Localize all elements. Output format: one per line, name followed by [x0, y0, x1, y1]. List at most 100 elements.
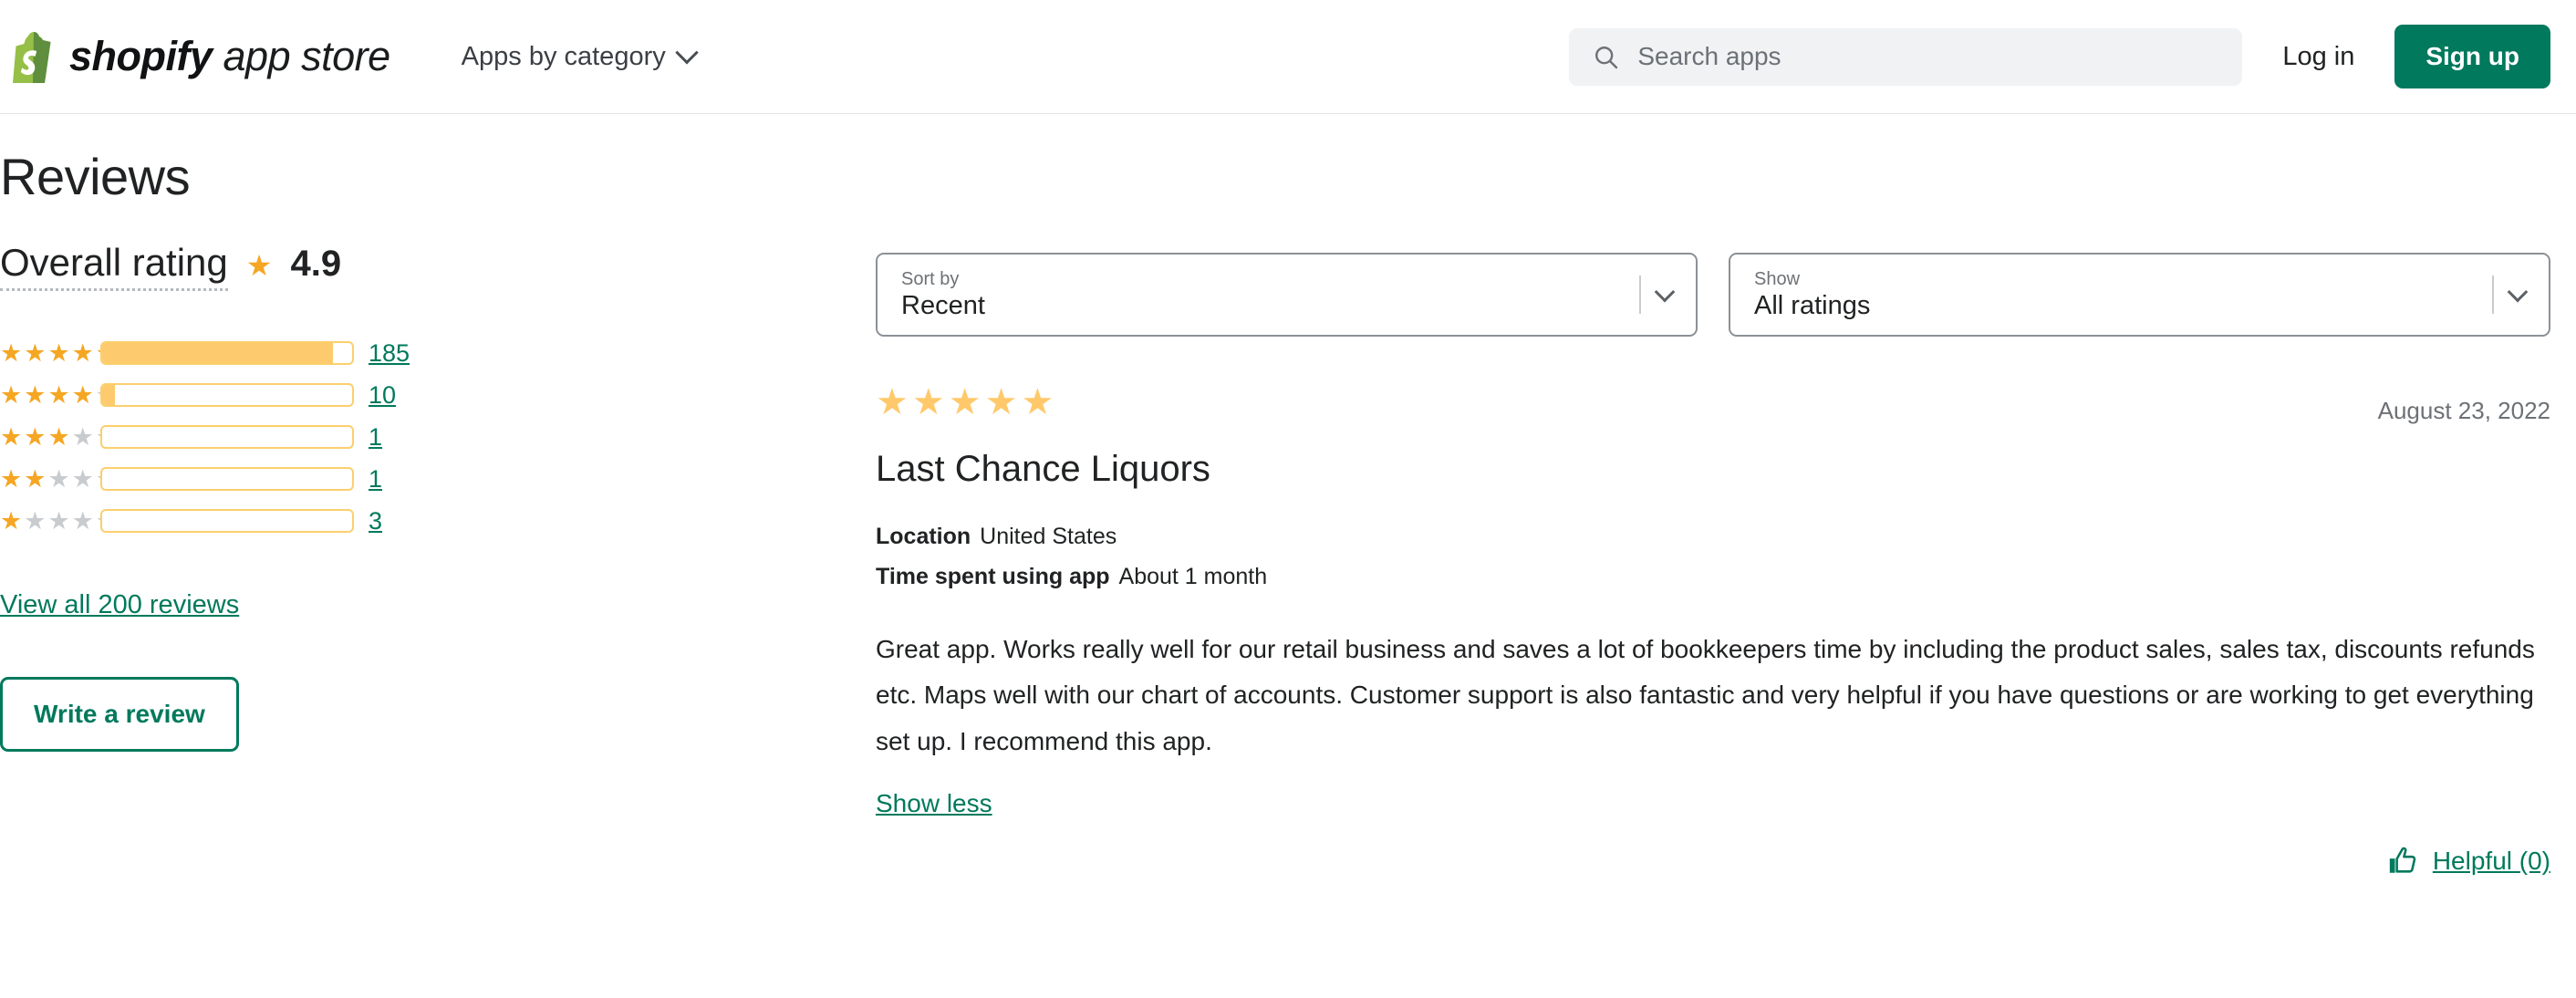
review-time-value: About 1 month: [1118, 563, 1268, 589]
divider: [1639, 275, 1641, 314]
rating-bar-row: ★★★★★ 3: [0, 506, 876, 535]
review-time-key: Time spent using app: [876, 563, 1110, 589]
rating-bar-track: [100, 425, 354, 449]
rating-bar-stars: ★★★★★: [0, 422, 118, 451]
star-icon: ★: [245, 249, 273, 282]
rating-bar-track: [100, 467, 354, 491]
brand-bold-text: shopify: [69, 33, 213, 79]
helpful-link[interactable]: Helpful (0): [2433, 847, 2550, 876]
rating-breakdown: ★★★★★185★★★★★10★★★★★1★★★★★1★★★★★3: [0, 338, 876, 535]
signup-button[interactable]: Sign up: [2394, 25, 2550, 88]
search-input[interactable]: [1637, 42, 2219, 71]
show-ratings-select[interactable]: Show All ratings: [1729, 253, 2550, 337]
review-time-line: Time spent using app About 1 month: [876, 557, 2550, 598]
shopify-bag-icon: [13, 32, 51, 83]
overall-rating-label[interactable]: Overall rating: [0, 241, 228, 291]
star-filled-icon: ★: [47, 338, 70, 367]
divider: [2492, 275, 2494, 314]
sort-by-arrow-group: [1639, 274, 1696, 316]
star-filled-icon: ★: [984, 382, 1018, 422]
rating-bar-row: ★★★★★ 185: [0, 338, 876, 368]
rating-bar-count-link[interactable]: 185: [369, 339, 410, 368]
site-header: shopify app store Apps by category Log i…: [0, 0, 2576, 114]
chevron-down-icon: [2507, 281, 2529, 303]
sort-by-value: Recent: [901, 290, 985, 320]
show-ratings-texts: Show All ratings: [1754, 269, 1870, 321]
brand-light-text: app store: [212, 33, 391, 79]
rating-bar-fill: [102, 385, 115, 405]
view-all-reviews-link[interactable]: View all 200 reviews: [0, 590, 239, 620]
write-review-button[interactable]: Write a review: [0, 677, 239, 752]
reviews-list-column: Sort by Recent Show All ratings ★ ★ ★ ★ …: [876, 114, 2576, 877]
review-date: August 23, 2022: [2377, 397, 2550, 424]
sort-by-texts: Sort by Recent: [901, 269, 985, 321]
rating-bar-row: ★★★★★ 1: [0, 464, 876, 494]
star-empty-icon: ★: [71, 506, 94, 535]
review-filters: Sort by Recent Show All ratings: [876, 253, 2550, 337]
rating-bar-stars: ★★★★★: [0, 338, 118, 367]
review-shop-name: Last Chance Liquors: [876, 449, 1210, 489]
rating-bar-stars: ★★★★★: [0, 506, 118, 535]
star-filled-icon: ★: [71, 380, 94, 409]
overall-rating-row: Overall rating ★ 4.9: [0, 241, 876, 291]
chevron-down-icon: [675, 41, 699, 65]
rating-bar-count-link[interactable]: 1: [369, 423, 382, 452]
sort-by-select[interactable]: Sort by Recent: [876, 253, 1698, 337]
reviews-summary-column: Reviews Overall rating ★ 4.9 ★★★★★185★★★…: [0, 114, 876, 877]
star-empty-icon: ★: [47, 464, 70, 493]
star-filled-icon: ★: [1021, 382, 1054, 422]
review-location-line: Location United States: [876, 517, 2550, 557]
star-empty-icon: ★: [24, 506, 47, 535]
sort-by-label: Sort by: [901, 268, 960, 289]
review-star-rating: ★ ★ ★ ★ ★: [876, 384, 1054, 421]
review-meta: Location United States Time spent using a…: [876, 517, 2550, 598]
rating-bar-track: [100, 509, 354, 533]
rating-bar-count-link[interactable]: 3: [369, 507, 382, 535]
star-filled-icon: ★: [0, 464, 23, 493]
review-header: ★ ★ ★ ★ ★ August 23, 2022: [876, 384, 2550, 425]
review-body-text: Great app. Works really well for our ret…: [876, 634, 2535, 756]
search-bar[interactable]: [1569, 27, 2243, 86]
show-less-link[interactable]: Show less: [876, 789, 992, 818]
page-body: Reviews Overall rating ★ 4.9 ★★★★★185★★★…: [0, 114, 2576, 877]
helpful-row[interactable]: Helpful (0): [876, 846, 2550, 877]
star-empty-icon: ★: [47, 506, 70, 535]
rating-bar-fill: [102, 343, 334, 363]
star-filled-icon: ★: [0, 422, 23, 451]
star-filled-icon: ★: [71, 338, 94, 367]
show-ratings-value: All ratings: [1754, 290, 1871, 320]
star-filled-icon: ★: [0, 506, 23, 535]
nav-apps-by-category[interactable]: Apps by category: [461, 41, 699, 72]
brand-logo[interactable]: shopify app store: [9, 30, 390, 83]
star-filled-icon: ★: [47, 422, 70, 451]
review-item: ★ ★ ★ ★ ★ August 23, 2022 Last Chance Liquor…: [876, 384, 2550, 877]
star-filled-icon: ★: [948, 382, 982, 422]
chevron-down-icon: [1654, 281, 1676, 303]
review-location-key: Location: [876, 524, 971, 549]
overall-rating-value: 4.9: [290, 244, 342, 284]
rating-bar-count-link[interactable]: 1: [369, 465, 382, 494]
rating-bar-row: ★★★★★ 1: [0, 422, 876, 452]
star-filled-icon: ★: [0, 338, 23, 367]
nav-apps-by-category-label: Apps by category: [461, 41, 666, 71]
brand-wordmark: shopify app store: [69, 33, 390, 80]
search-icon: [1595, 46, 1618, 68]
star-filled-icon: ★: [876, 382, 909, 422]
review-location-value: United States: [980, 524, 1117, 549]
show-ratings-label: Show: [1754, 268, 1801, 289]
thumbs-up-icon[interactable]: [2387, 846, 2418, 877]
page-title: Reviews: [0, 148, 191, 205]
rating-bar-track: [100, 383, 354, 407]
star-empty-icon: ★: [71, 422, 94, 451]
star-filled-icon: ★: [911, 382, 945, 422]
rating-bar-row: ★★★★★ 10: [0, 380, 876, 410]
star-filled-icon: ★: [24, 464, 47, 493]
star-filled-icon: ★: [24, 338, 47, 367]
rating-bar-count-link[interactable]: 10: [369, 381, 396, 410]
rating-bar-stars: ★★★★★: [0, 380, 118, 409]
star-filled-icon: ★: [24, 380, 47, 409]
rating-bar-track: [100, 341, 354, 365]
star-filled-icon: ★: [47, 380, 70, 409]
login-link[interactable]: Log in: [2282, 42, 2354, 72]
show-ratings-arrow-group: [2492, 274, 2549, 316]
